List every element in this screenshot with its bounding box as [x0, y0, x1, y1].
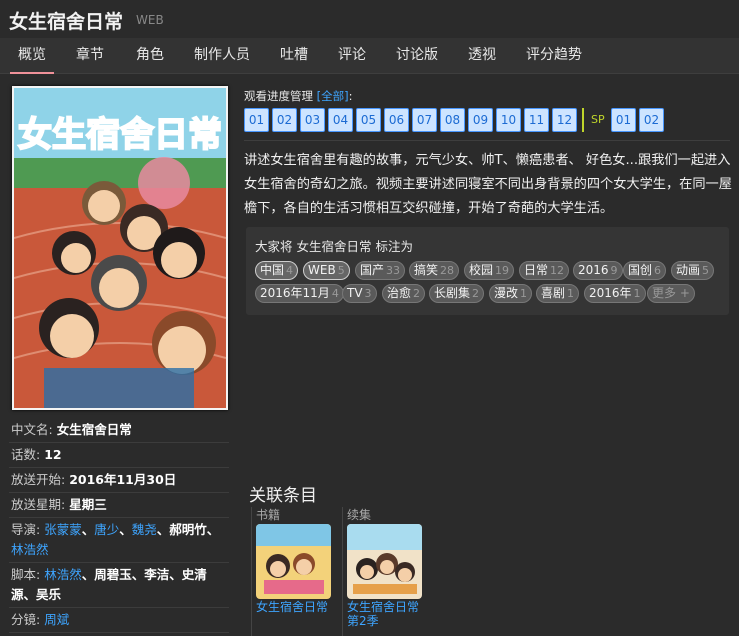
episode-button[interactable]: 10: [496, 108, 521, 132]
related-item: 书籍 女生宿舍日常: [251, 507, 331, 636]
tag-item[interactable]: 国创 6: [623, 261, 667, 280]
page-header: 女生宿舍日常 WEB: [0, 0, 739, 38]
tab-characters[interactable]: 角色: [134, 38, 166, 74]
tag-item[interactable]: 中国 4: [255, 261, 299, 280]
tab-overview[interactable]: 概览: [10, 38, 54, 74]
cover-art: 女生宿舍日常: [14, 88, 226, 408]
related-item: 续集 女生宿舍日常第2季: [342, 507, 427, 636]
tab-reviews[interactable]: 评论: [336, 38, 368, 74]
info-weekday: 放送星期: 星期三: [9, 493, 229, 518]
tag-item[interactable]: 2016年 1: [584, 284, 646, 303]
tag-item[interactable]: 漫改 1: [489, 284, 533, 303]
episode-button[interactable]: 02: [272, 108, 297, 132]
episode-button[interactable]: 06: [384, 108, 409, 132]
episode-button[interactable]: 09: [468, 108, 493, 132]
related-section-title: 关联条目: [249, 486, 317, 506]
director-link[interactable]: 唐少: [94, 522, 119, 537]
subject-type-label: WEB: [136, 13, 164, 27]
tab-staff[interactable]: 制作人员: [191, 38, 253, 74]
sp-divider: [582, 108, 584, 132]
tag-item[interactable]: 搞笑 28: [409, 261, 460, 280]
related-category: 续集: [347, 508, 372, 522]
tag-item[interactable]: 2016年11月 4: [255, 284, 344, 303]
info-storyboard: 分镜: 周斌: [9, 608, 229, 633]
episode-button[interactable]: 05: [356, 108, 381, 132]
sp-episode-button[interactable]: 02: [639, 108, 664, 132]
page-title[interactable]: 女生宿舍日常: [9, 7, 123, 34]
script-link[interactable]: 林浩然: [44, 567, 82, 582]
episode-button[interactable]: 01: [244, 108, 269, 132]
related-thumbnail[interactable]: [256, 524, 331, 599]
episode-button[interactable]: 12: [552, 108, 577, 132]
tag-item[interactable]: 2016 9: [573, 261, 623, 280]
tag-item[interactable]: 日常 12: [519, 261, 570, 280]
related-link[interactable]: 女生宿舍日常: [256, 600, 331, 614]
director-link[interactable]: 魏尧: [132, 522, 157, 537]
tag-item[interactable]: 动画 5: [671, 261, 715, 280]
storyboard-link[interactable]: 周斌: [44, 612, 69, 627]
tag-item[interactable]: 治愈 2: [382, 284, 426, 303]
tag-box-title: 大家将 女生宿舍日常 标注为: [255, 239, 413, 254]
tag-item[interactable]: 喜剧 1: [536, 284, 580, 303]
infobox: 中文名: 女生宿舍日常 话数: 12 放送开始: 2016年11月30日 放送星…: [9, 418, 229, 633]
tag-item[interactable]: 校园 19: [464, 261, 515, 280]
sp-episode-button[interactable]: 01: [611, 108, 636, 132]
related-link[interactable]: 女生宿舍日常第2季: [347, 600, 427, 628]
episode-button[interactable]: 04: [328, 108, 353, 132]
tab-chapters[interactable]: 章节: [74, 38, 106, 74]
tag-item[interactable]: 长剧集 2: [429, 284, 485, 303]
episode-button[interactable]: 11: [524, 108, 549, 132]
tag-item[interactable]: WEB 5: [303, 261, 350, 280]
tag-item[interactable]: TV 3: [342, 284, 377, 303]
sp-label: SP: [591, 113, 605, 126]
info-director: 导演: 张蒙蒙、唐少、魏尧、郝明竹、林浩然: [9, 518, 229, 563]
tags-more-button[interactable]: 更多 +: [647, 284, 695, 303]
episode-button[interactable]: 08: [440, 108, 465, 132]
divider: [244, 140, 730, 141]
info-air-start: 放送开始: 2016年11月30日: [9, 468, 229, 493]
director-link[interactable]: 林浩然: [11, 542, 49, 557]
tag-box: 大家将 女生宿舍日常 标注为 中国 4 WEB 5 国产 33 搞笑 28 校园 19 日…: [246, 227, 729, 315]
related-thumbnail[interactable]: [347, 524, 422, 599]
tab-rating-trend[interactable]: 评分趋势: [524, 38, 584, 74]
progress-label: 观看进度管理 [全部]:: [244, 89, 353, 103]
info-cn-name: 中文名: 女生宿舍日常: [9, 418, 229, 443]
info-episodes: 话数: 12: [9, 443, 229, 468]
episode-list: 01 02 03 04 05 06 07 08 09 10 11 12 SP 0…: [244, 108, 674, 132]
director-link[interactable]: 张蒙蒙: [44, 522, 82, 537]
episode-button[interactable]: 07: [412, 108, 437, 132]
cover-image[interactable]: 女生宿舍日常: [12, 86, 228, 410]
tab-board[interactable]: 讨论版: [394, 38, 440, 74]
tab-stats[interactable]: 透视: [466, 38, 498, 74]
info-script: 脚本: 林浩然、周碧玉、李洁、史清源、吴乐: [9, 563, 229, 608]
cover-logo: 女生宿舍日常: [18, 115, 222, 155]
watch-progress: 观看进度管理 [全部]: 01 02 03 04 05 06 07 08 09 …: [244, 88, 664, 132]
related-category: 书籍: [256, 508, 281, 522]
tab-comments[interactable]: 吐槽: [278, 38, 310, 74]
tag-item[interactable]: 国产 33: [355, 261, 406, 280]
subject-summary: 讲述女生宿舍里有趣的故事，元气少女、帅T、懒癌患者、 好色女...跟我们一起进入…: [244, 153, 732, 216]
subject-nav: 概览 章节 角色 制作人员 吐槽 评论 讨论版 透视 评分趋势: [0, 38, 739, 74]
all-episodes-link[interactable]: [全部]: [317, 89, 349, 103]
episode-button[interactable]: 03: [300, 108, 325, 132]
